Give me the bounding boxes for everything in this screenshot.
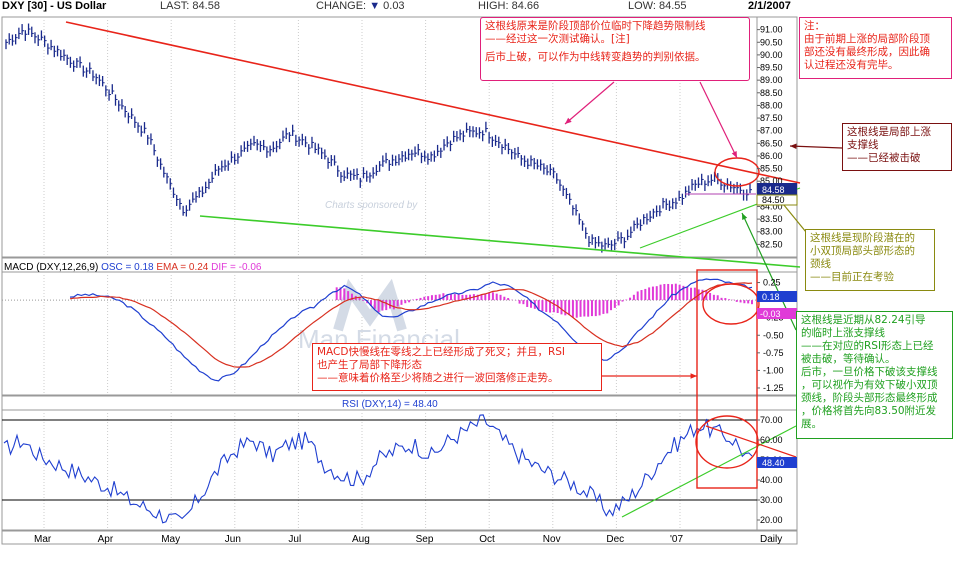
price-axis-tick-label: 88.00 xyxy=(760,100,783,110)
macd-axis-tick-label: -1.00 xyxy=(763,365,784,375)
rsi-axis-tick-label: 30.00 xyxy=(760,495,783,505)
macd-axis-tick-label: -0.75 xyxy=(763,348,784,358)
x-axis-label-Nov: Nov xyxy=(543,534,561,545)
price-axis-tick-label: 89.00 xyxy=(760,75,783,85)
rsi-axis-tick-label: 60.00 xyxy=(760,435,783,445)
rsi-panel-frame xyxy=(1,409,798,531)
price-axis-tick-label: 85.50 xyxy=(760,164,783,174)
price-axis-tick-label: 83.00 xyxy=(760,227,783,237)
macd-note: MACD快慢线在零线之上已经形成了死叉；并且，RSI 也产生了局部下降形态 ——… xyxy=(312,343,602,391)
x-axis-label-Jul: Jul xyxy=(288,534,301,545)
watermark-sponsor: Charts sponsored by xyxy=(325,200,418,211)
rsi-pattern-circle xyxy=(695,415,759,469)
price-axis-tick-label: 86.50 xyxy=(760,138,783,148)
resistance-note-arrow xyxy=(564,81,615,125)
x-axis-label-Dec: Dec xyxy=(606,534,624,545)
resistance-note-arrow-2 xyxy=(699,81,738,159)
price-axis-tick-label: 89.50 xyxy=(760,63,783,73)
price-axis-tick-label: 90.50 xyxy=(760,37,783,47)
chart-canvas: DXY [30] - US Dollar LAST: 84.58 CHANGE:… xyxy=(0,0,954,568)
macd-axis-tick-label: 0.25 xyxy=(763,278,781,288)
support-note-arrow xyxy=(789,145,843,149)
x-axis-label-Apr: Apr xyxy=(98,534,114,545)
macd-cross-circle xyxy=(702,283,760,325)
price-axis-tick-label: 88.50 xyxy=(760,88,783,98)
x-axis-label-Mar: Mar xyxy=(34,534,52,545)
macd-osc-box-label: 0.18 xyxy=(762,292,780,302)
footnote-box: 注： 由于前期上涨的局部阶段顶 部还没有最终形成，因此确 认过程还没有完毕。 xyxy=(799,17,952,79)
x-axis-label-Sep: Sep xyxy=(416,534,434,545)
x-axis-label-Daily: Daily xyxy=(760,534,782,545)
x-axis-label-Oct: Oct xyxy=(479,534,495,545)
macd-ema-readout: EMA = 0.24 xyxy=(156,262,209,273)
neckline-note: 这根线是现阶段潜在的 小双顶局部头部形态的 颈线 ——目前正在考验 xyxy=(805,229,935,291)
x-axis-label-May: May xyxy=(161,534,180,545)
x-axis-label-Aug: Aug xyxy=(352,534,370,545)
macd-osc-readout: OSC = 0.18 xyxy=(101,262,154,273)
rsi-axis-tick-label: 40.00 xyxy=(760,475,783,485)
macd-title: MACD (DXY,12,26,9) OSC = 0.18 EMA = 0.24… xyxy=(4,262,262,273)
rsi-line xyxy=(3,414,753,524)
x-axis-label-Jun: Jun xyxy=(225,534,241,545)
last-price-box-label: 84.58 xyxy=(762,185,785,195)
price-axis-tick-label: 87.00 xyxy=(760,126,783,136)
rsi-title: RSI (DXY,14) = 48.40 xyxy=(342,399,438,410)
support-short-note: 这根线是近期从82.24引导 的临时上涨支撑线 ——在对应的RSI形态上已经 被… xyxy=(796,311,953,439)
price-axis-tick-label: 82.50 xyxy=(760,239,783,249)
x-axis-label-07: '07 xyxy=(670,534,683,545)
support-note-arrow-head-icon xyxy=(790,143,797,149)
rsi-value-box-label: 48.40 xyxy=(762,458,785,468)
rsi-axis-tick-label: 20.00 xyxy=(760,515,783,525)
price-axis-tick-label: 86.00 xyxy=(760,151,783,161)
macd-dif-readout: DIF = -0.06 xyxy=(211,262,262,273)
price-axis-tick-label: 90.00 xyxy=(760,50,783,60)
macd-dif-box-label: -0.03 xyxy=(760,309,781,319)
support-note: 这根线是局部上涨 支撑线 ——已经被击破 xyxy=(842,123,952,171)
macd-note-arrow-head-icon xyxy=(690,373,697,379)
macd-axis-tick-label: -0.50 xyxy=(763,330,784,340)
neckline-price-box-label: 84.50 xyxy=(762,195,785,205)
price-axis-tick-label: 91.00 xyxy=(760,25,783,35)
price-axis-tick-label: 83.50 xyxy=(760,214,783,224)
price-axis-tick-label: 87.50 xyxy=(760,113,783,123)
rsi-axis-tick-label: 70.00 xyxy=(760,415,783,425)
macd-axis-tick-label: -1.25 xyxy=(763,383,784,393)
resistance-note: 这根线原来是阶段顶部价位临时下降趋势限制线 ——经过这一次测试确认。[注] 后市… xyxy=(480,17,750,81)
